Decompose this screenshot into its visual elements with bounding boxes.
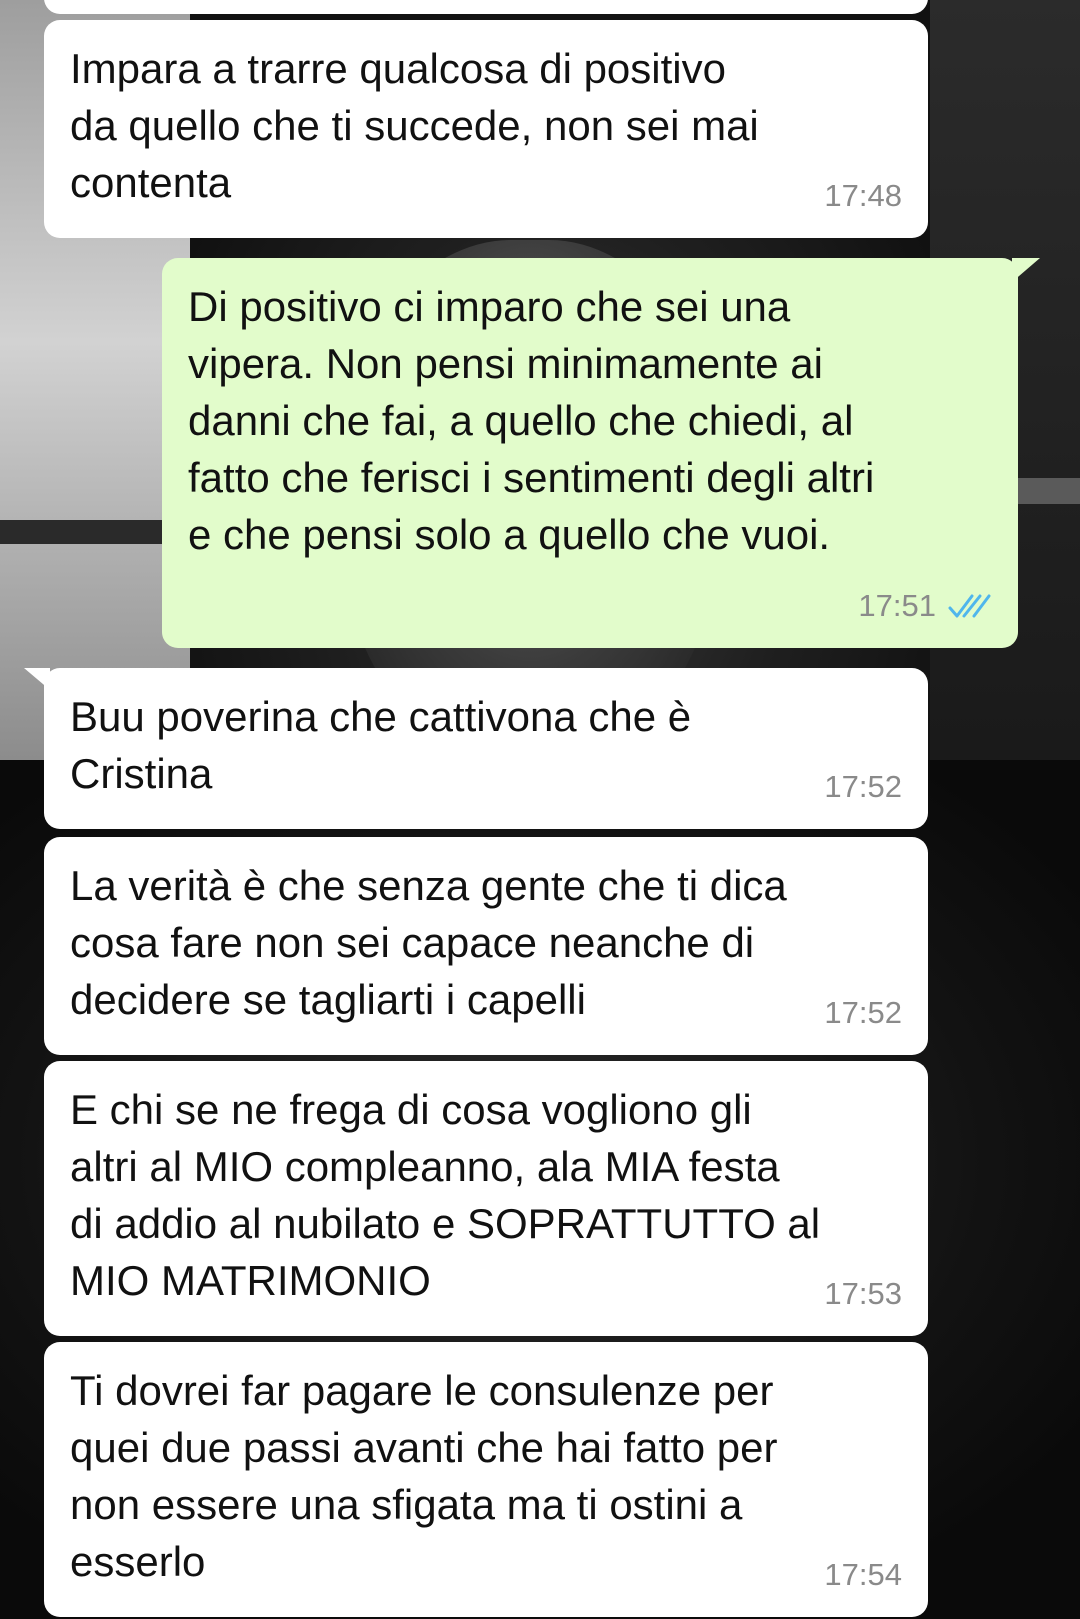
message-outgoing[interactable]: Di positivo ci imparo che sei una vipera… — [162, 258, 1040, 648]
message-incoming[interactable]: Impara a trarre qualcosa di positivo da … — [44, 20, 928, 238]
message-meta: 17:52 — [824, 758, 902, 815]
message-incoming[interactable]: La verità è che senza gente che ti dica … — [44, 837, 928, 1055]
message-text: E chi se ne frega di cosa vogliono gli a… — [70, 1086, 821, 1304]
message-time: 17:48 — [824, 178, 902, 213]
previous-message-edge[interactable] — [44, 0, 928, 14]
message-time: 17:52 — [824, 995, 902, 1030]
message-time: 17:54 — [824, 1557, 902, 1592]
message-meta: 17:48 — [824, 167, 902, 224]
message-meta: 17:54 — [824, 1546, 902, 1603]
message-incoming[interactable]: E chi se ne frega di cosa vogliono gli a… — [44, 1061, 928, 1336]
message-text: Di positivo ci imparo che sei una vipera… — [188, 283, 875, 558]
message-meta: 17:51 — [858, 577, 992, 634]
message-meta: 17:53 — [824, 1265, 902, 1322]
message-incoming[interactable]: Buu poverina che cattivona che è Cristin… — [24, 668, 928, 829]
message-text: Impara a trarre qualcosa di positivo da … — [70, 45, 759, 206]
message-text: La verità è che senza gente che ti dica … — [70, 862, 787, 1023]
message-incoming[interactable]: Ti dovrei far pagare le consulenze per q… — [44, 1342, 928, 1617]
message-time: 17:52 — [824, 769, 902, 804]
double-check-read-icon — [948, 594, 991, 617]
message-text: Buu poverina che cattivona che è Cristin… — [70, 693, 692, 797]
message-time: 17:51 — [858, 588, 936, 623]
message-meta: 17:52 — [824, 984, 902, 1041]
message-time: 17:53 — [824, 1276, 902, 1311]
message-text: Ti dovrei far pagare le consulenze per q… — [70, 1367, 778, 1585]
